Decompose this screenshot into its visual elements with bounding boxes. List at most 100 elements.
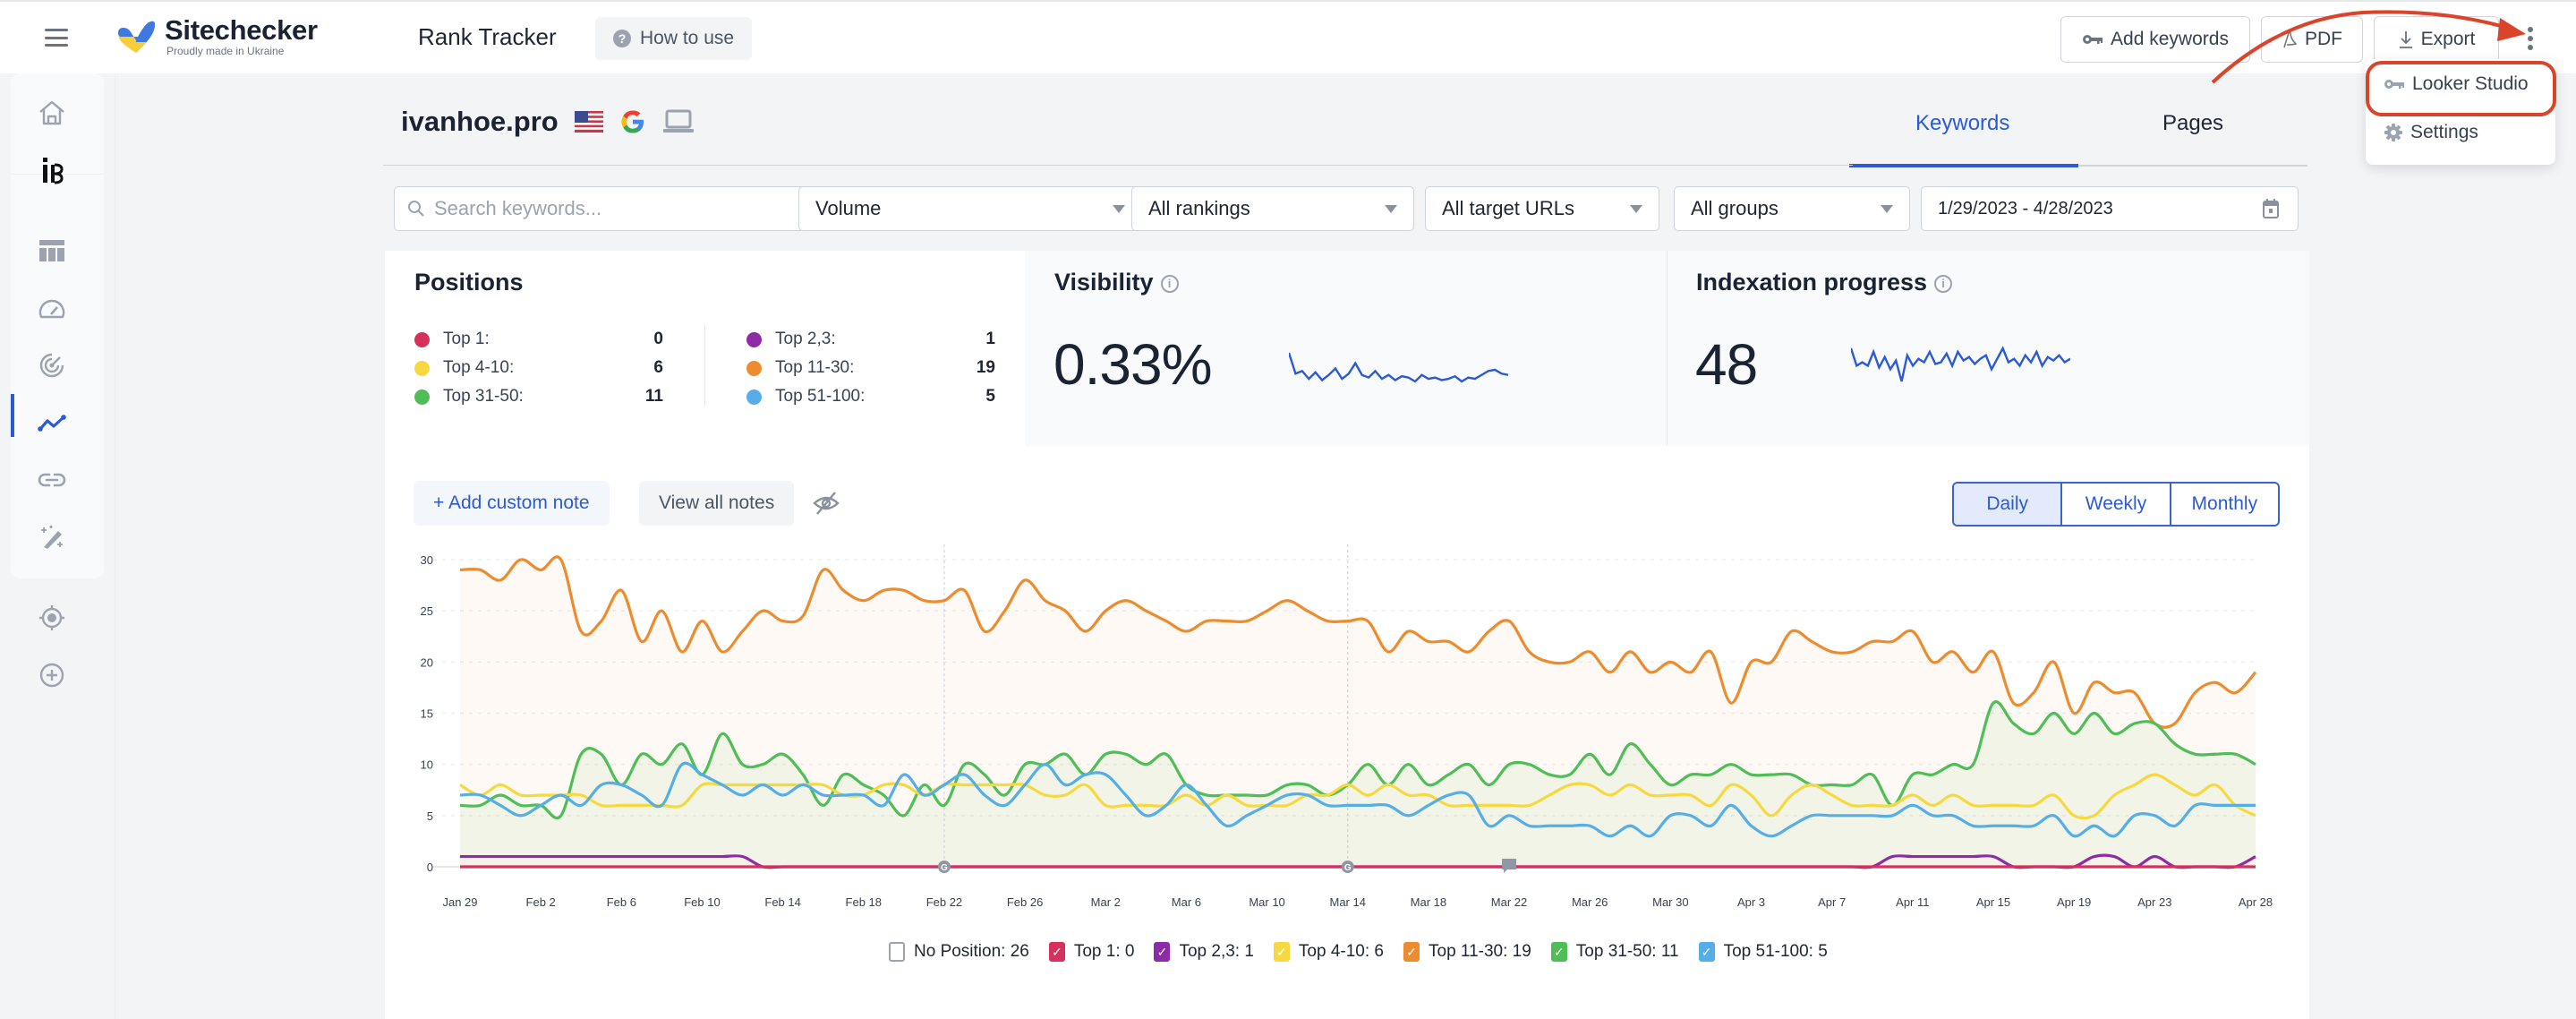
calendar-icon xyxy=(2263,199,2279,218)
positions-title: Positions xyxy=(414,269,524,295)
caret-down-icon xyxy=(1385,205,1397,213)
search-keywords-input[interactable]: Search keywords... xyxy=(394,186,834,231)
position-row: Top 11-30: 19 xyxy=(746,358,995,378)
sidebar-item-radar[interactable] xyxy=(36,349,68,381)
more-options-icon[interactable] xyxy=(2524,27,2537,50)
tab-keywords[interactable]: Keywords xyxy=(1915,111,2009,136)
radar-icon xyxy=(39,353,64,378)
groups-select[interactable]: All groups xyxy=(1674,186,1910,231)
checkbox-checked-icon[interactable]: ✓ xyxy=(1048,942,1065,962)
period-daily[interactable]: Daily xyxy=(1954,484,2063,525)
position-label: Top 4-10: xyxy=(443,358,515,377)
sidebar-item-home[interactable] xyxy=(36,97,68,129)
tab-pages[interactable]: Pages xyxy=(2162,111,2223,136)
pdf-acrobat-icon xyxy=(2283,30,2298,48)
checkbox-unchecked-icon[interactable] xyxy=(889,942,905,962)
period-monthly[interactable]: Monthly xyxy=(2171,484,2278,525)
sidebar-item-speed[interactable] xyxy=(36,292,68,324)
positions-divider xyxy=(704,324,705,407)
legend-dot-icon xyxy=(414,331,430,347)
link-icon xyxy=(38,473,66,487)
x-tick-label: Feb 18 xyxy=(846,895,882,909)
visibility-title: Visibility i xyxy=(1054,269,1179,296)
menu-item-label: Settings xyxy=(2410,122,2478,142)
x-tick-label: Apr 15 xyxy=(1976,895,2010,909)
legend-label: Top 2,3: 1 xyxy=(1179,942,1254,961)
info-icon[interactable]: i xyxy=(1934,274,1953,293)
pdf-button[interactable]: PDF xyxy=(2261,16,2363,63)
legend-label: Top 51-100: 5 xyxy=(1723,942,1828,961)
how-to-use-button[interactable]: ? How to use xyxy=(595,17,753,60)
sidebar-item-magic[interactable] xyxy=(36,521,68,553)
sidebar-item-table[interactable] xyxy=(36,235,68,267)
hide-notes-eye-off-icon[interactable] xyxy=(812,490,840,517)
legend-item[interactable]: ✓ Top 31-50: 11 xyxy=(1550,942,1679,962)
visibility-value: 0.33% xyxy=(1053,332,1212,397)
date-range-picker[interactable]: 1/29/2023 - 4/28/2023 xyxy=(1921,186,2299,231)
sparkline-path xyxy=(1851,346,2070,382)
position-value: 0 xyxy=(653,330,663,348)
rankings-select[interactable]: All rankings xyxy=(1131,186,1414,231)
add-custom-note-button[interactable]: + Add custom note xyxy=(414,481,610,526)
x-tick-label: Mar 14 xyxy=(1329,895,1365,909)
legend-dot-icon xyxy=(414,389,430,405)
target-urls-select[interactable]: All target URLs xyxy=(1425,186,1659,231)
legend-item[interactable]: ✓ Top 4-10: 6 xyxy=(1273,942,1384,962)
x-tick-label: Mar 26 xyxy=(1572,895,1608,909)
position-label: Top 31-50: xyxy=(443,387,524,406)
info-icon[interactable]: i xyxy=(1160,274,1179,293)
legend-item[interactable]: ✓ Top 11-30: 19 xyxy=(1403,942,1531,962)
logo[interactable]: Sitechecker Proudly made in Ukraine xyxy=(116,16,318,57)
brand-ib-icon xyxy=(43,158,64,184)
sidebar-item-target[interactable] xyxy=(36,602,68,634)
menu-item-looker-studio[interactable]: Looker Studio xyxy=(2384,73,2529,95)
question-icon: ? xyxy=(613,30,631,47)
menu-item-settings[interactable]: Settings xyxy=(2384,122,2478,143)
card-divider xyxy=(1667,251,1668,446)
rankings-value: All rankings xyxy=(1148,197,1250,219)
checkbox-checked-icon[interactable]: ✓ xyxy=(1403,942,1420,962)
search-placeholder: Search keywords... xyxy=(434,197,602,219)
legend-item[interactable]: ✓ Top 1: 0 xyxy=(1048,942,1134,962)
visibility-sparkline xyxy=(1289,352,1508,383)
y-tick-label: 25 xyxy=(421,604,433,618)
view-all-notes-button[interactable]: View all notes xyxy=(639,481,795,526)
checkbox-checked-icon[interactable]: ✓ xyxy=(1154,942,1171,962)
top-bar: Sitechecker Proudly made in Ukraine Rank… xyxy=(0,0,2576,73)
sidebar-item-brand[interactable] xyxy=(36,154,68,186)
logo-heart-icon xyxy=(118,21,156,54)
laptop-icon xyxy=(662,109,694,133)
x-tick-label: Feb 22 xyxy=(926,895,962,909)
checkbox-checked-icon[interactable]: ✓ xyxy=(1550,942,1567,962)
position-value: 1 xyxy=(985,330,995,348)
x-tick-label: Jan 29 xyxy=(442,895,477,909)
pdf-label: PDF xyxy=(2305,29,2342,49)
x-tick-label: Feb 2 xyxy=(526,895,556,909)
sidebar-item-add-project[interactable] xyxy=(36,659,68,691)
legend-item[interactable]: ✓ Top 51-100: 5 xyxy=(1698,942,1828,962)
search-icon xyxy=(408,201,424,217)
export-button[interactable]: Export xyxy=(2374,16,2499,63)
visibility-title-text: Visibility xyxy=(1054,269,1154,295)
position-value: 19 xyxy=(976,358,995,377)
legend-item[interactable]: No Position: 26 xyxy=(889,942,1029,962)
legend-dot-icon xyxy=(746,331,762,347)
y-tick-label: 5 xyxy=(427,809,433,823)
caret-down-icon xyxy=(1113,205,1125,213)
add-keywords-button[interactable]: Add keywords xyxy=(2060,16,2250,63)
note-marker-icon[interactable] xyxy=(1502,859,1517,873)
chart-legend: No Position: 26 ✓ Top 1: 0 ✓ Top 2,3: 1 ✓ Top … xyxy=(889,942,1828,962)
sidebar-item-links[interactable] xyxy=(36,464,68,496)
checkbox-checked-icon[interactable]: ✓ xyxy=(1273,942,1290,962)
x-tick-label: Apr 28 xyxy=(2239,895,2273,909)
sidebar-item-rank-tracker[interactable] xyxy=(36,407,68,439)
checkbox-checked-icon[interactable]: ✓ xyxy=(1698,942,1715,962)
period-weekly[interactable]: Weekly xyxy=(2062,484,2171,525)
legend-item[interactable]: ✓ Top 2,3: 1 xyxy=(1154,942,1254,962)
sparkline-path xyxy=(1289,352,1508,383)
indexation-sparkline xyxy=(1851,346,2070,382)
sort-select[interactable]: Volume xyxy=(798,186,1142,231)
hamburger-menu-icon[interactable] xyxy=(45,29,68,47)
legend-label: Top 4-10: 6 xyxy=(1298,942,1384,961)
date-range-value: 1/29/2023 - 4/28/2023 xyxy=(1938,198,2113,218)
